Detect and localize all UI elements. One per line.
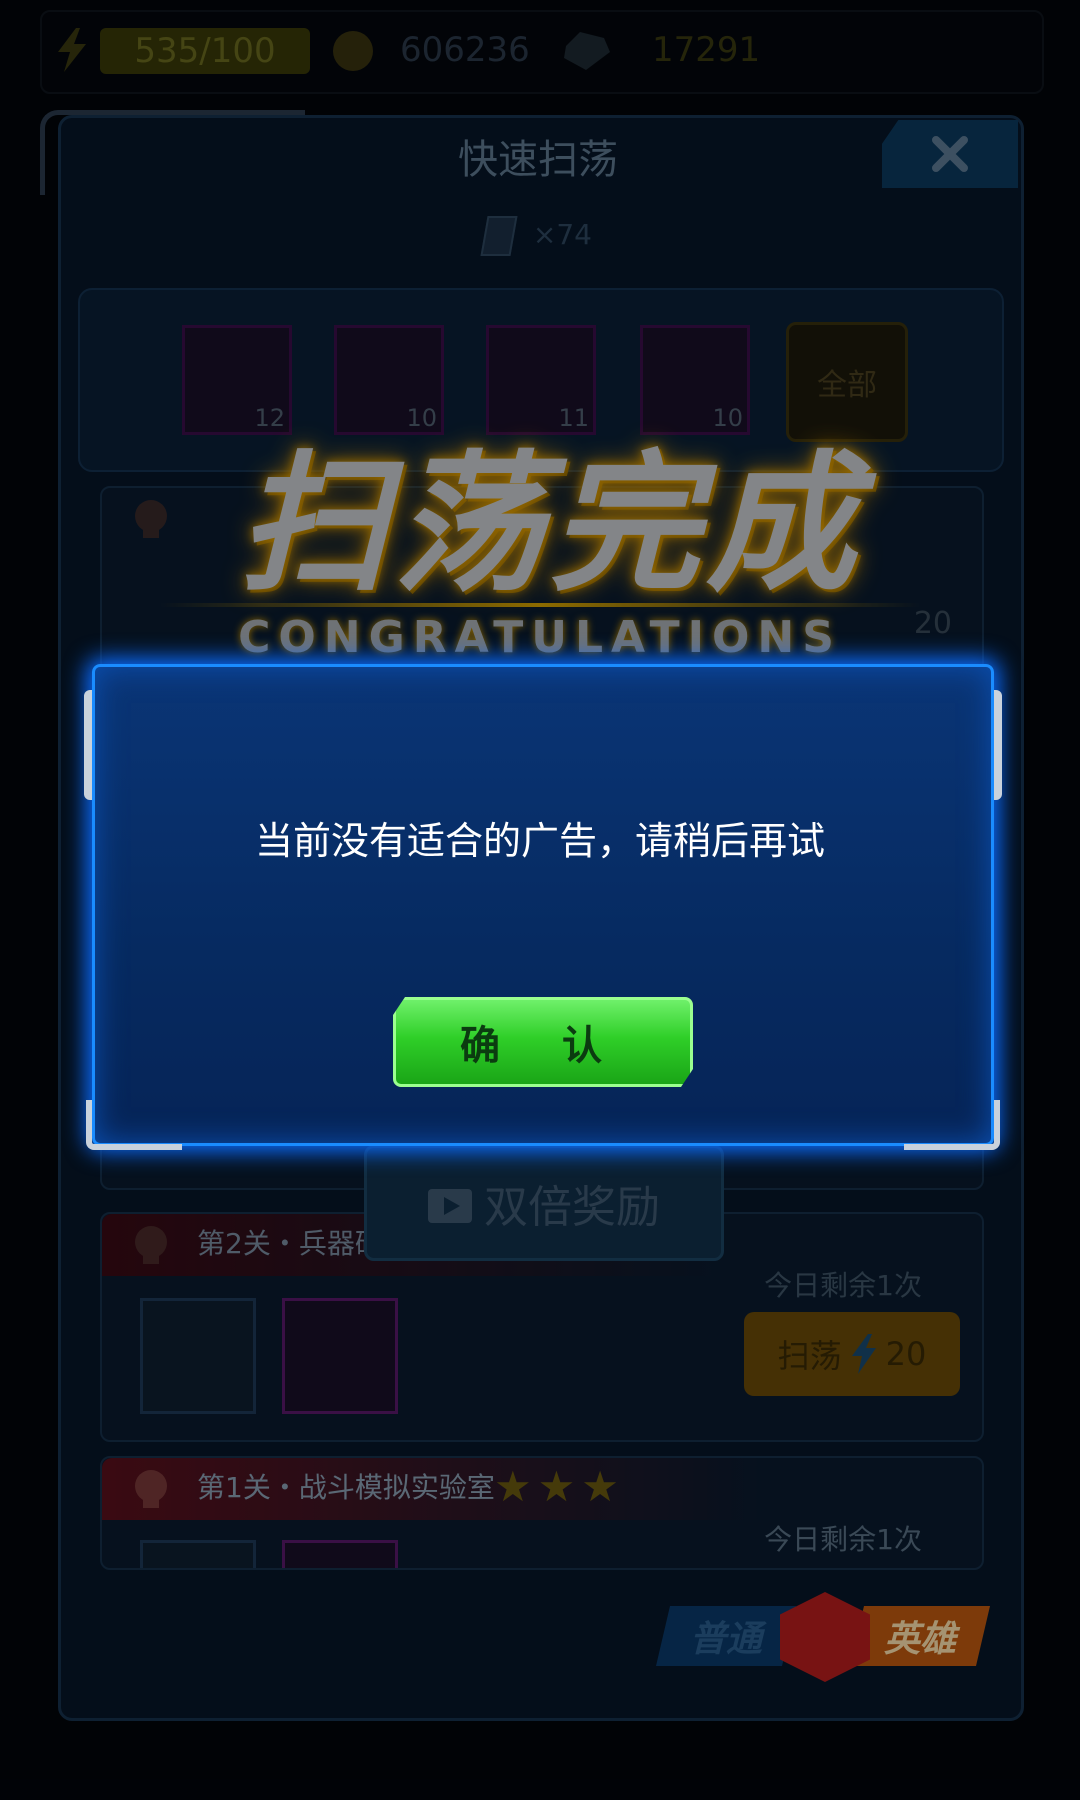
dialog-message: 当前没有适合的广告，请稍后再试 bbox=[254, 819, 825, 863]
confirm-button[interactable]: 确 认 bbox=[393, 997, 693, 1087]
dialog-bracket-right bbox=[984, 690, 1002, 800]
dialog-corner-br bbox=[904, 1100, 1000, 1150]
dialog-corner-bl bbox=[86, 1100, 182, 1150]
dialog-bracket-left bbox=[84, 690, 102, 800]
